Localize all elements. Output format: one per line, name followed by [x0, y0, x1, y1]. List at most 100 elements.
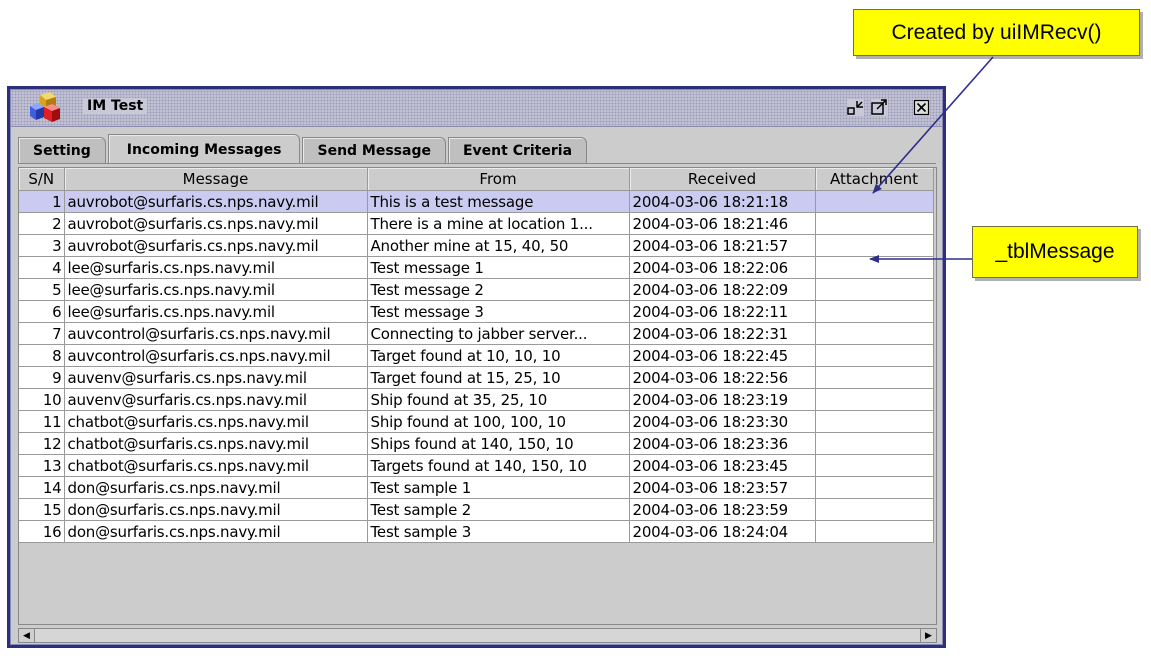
minimize-button[interactable] [847, 99, 864, 116]
cell-message[interactable]: don@surfaris.cs.nps.navy.mil [64, 498, 368, 521]
cell-message[interactable]: lee@surfaris.cs.nps.navy.mil [64, 278, 368, 301]
cell-message[interactable]: lee@surfaris.cs.nps.navy.mil [64, 300, 368, 323]
cell-from[interactable]: There is a mine at location 1... [367, 212, 630, 235]
table-row[interactable]: 8 auvcontrol@surfaris.cs.nps.navy.mil Targ… [19, 344, 934, 367]
message-table-scrollpane[interactable]: S/N Message From Received Attachment 1 au… [18, 167, 937, 625]
cell-received[interactable]: 2004-03-06 18:22:31 [629, 322, 816, 345]
table-row[interactable]: 11 chatbot@surfaris.cs.nps.navy.mil Ship f… [19, 410, 934, 433]
cell-received[interactable]: 2004-03-06 18:23:45 [629, 454, 816, 477]
table-row[interactable]: 12 chatbot@surfaris.cs.nps.navy.mil Ships … [19, 432, 934, 455]
cell-from[interactable]: Test message 1 [367, 256, 630, 279]
cell-from[interactable]: Ship found at 100, 100, 10 [367, 410, 630, 433]
cell-received[interactable]: 2004-03-06 18:22:45 [629, 344, 816, 367]
column-header-message[interactable]: Message [64, 168, 368, 191]
cell-from[interactable]: Test message 2 [367, 278, 630, 301]
cell-from[interactable]: Test sample 2 [367, 498, 630, 521]
cell-received[interactable]: 2004-03-06 18:23:59 [629, 498, 816, 521]
cell-sn[interactable]: 3 [19, 234, 65, 257]
cell-attachment[interactable] [815, 454, 934, 477]
cell-attachment[interactable] [815, 322, 934, 345]
cell-sn[interactable]: 5 [19, 278, 65, 301]
cell-sn[interactable]: 7 [19, 322, 65, 345]
tab-event-criteria[interactable]: Event Criteria [447, 137, 588, 163]
cell-sn[interactable]: 8 [19, 344, 65, 367]
cell-received[interactable]: 2004-03-06 18:22:06 [629, 256, 816, 279]
cell-attachment[interactable] [815, 344, 934, 367]
table-row[interactable]: 4 lee@surfaris.cs.nps.navy.mil Test messag… [19, 256, 934, 279]
tab-setting[interactable]: Setting [18, 137, 106, 163]
cell-attachment[interactable] [815, 190, 934, 213]
table-row[interactable]: 14 don@surfaris.cs.nps.navy.mil Test sampl… [19, 476, 934, 499]
cell-received[interactable]: 2004-03-06 18:21:46 [629, 212, 816, 235]
cell-message[interactable]: chatbot@surfaris.cs.nps.navy.mil [64, 454, 368, 477]
column-header-sn[interactable]: S/N [19, 168, 65, 191]
column-header-attachment[interactable]: Attachment [815, 168, 934, 191]
cell-sn[interactable]: 9 [19, 366, 65, 389]
cell-from[interactable]: Test sample 3 [367, 520, 630, 543]
cell-message[interactable]: lee@surfaris.cs.nps.navy.mil [64, 256, 368, 279]
scroll-right-button[interactable]: ▶ [920, 629, 936, 642]
cell-sn[interactable]: 10 [19, 388, 65, 411]
cell-message[interactable]: auvrobot@surfaris.cs.nps.navy.mil [64, 234, 368, 257]
cell-sn[interactable]: 14 [19, 476, 65, 499]
cell-message[interactable]: auvenv@surfaris.cs.nps.navy.mil [64, 388, 368, 411]
cell-received[interactable]: 2004-03-06 18:22:56 [629, 366, 816, 389]
cell-sn[interactable]: 12 [19, 432, 65, 455]
table-row[interactable]: 9 auvenv@surfaris.cs.nps.navy.mil Target f… [19, 366, 934, 389]
close-button[interactable] [913, 99, 930, 116]
horizontal-scrollbar[interactable]: ◀ ▶ [18, 628, 937, 643]
maximize-button[interactable] [871, 99, 888, 116]
table-row[interactable]: 6 lee@surfaris.cs.nps.navy.mil Test messag… [19, 300, 934, 323]
cell-message[interactable]: auvrobot@surfaris.cs.nps.navy.mil [64, 190, 368, 213]
cell-attachment[interactable] [815, 256, 934, 279]
cell-sn[interactable]: 6 [19, 300, 65, 323]
cell-message[interactable]: chatbot@surfaris.cs.nps.navy.mil [64, 410, 368, 433]
message-table[interactable]: S/N Message From Received Attachment 1 au… [19, 168, 934, 543]
column-header-received[interactable]: Received [629, 168, 816, 191]
cell-received[interactable]: 2004-03-06 18:23:57 [629, 476, 816, 499]
table-row[interactable]: 3 auvrobot@surfaris.cs.nps.navy.mil Anothe… [19, 234, 934, 257]
cell-attachment[interactable] [815, 366, 934, 389]
cell-attachment[interactable] [815, 212, 934, 235]
cell-sn[interactable]: 2 [19, 212, 65, 235]
cell-sn[interactable]: 4 [19, 256, 65, 279]
cell-from[interactable]: Targets found at 140, 150, 10 [367, 454, 630, 477]
cell-attachment[interactable] [815, 432, 934, 455]
cell-from[interactable]: Another mine at 15, 40, 50 [367, 234, 630, 257]
table-row[interactable]: 16 don@surfaris.cs.nps.navy.mil Test sampl… [19, 520, 934, 543]
table-row[interactable]: 15 don@surfaris.cs.nps.navy.mil Test sampl… [19, 498, 934, 521]
cell-from[interactable]: Target found at 10, 10, 10 [367, 344, 630, 367]
cell-message[interactable]: auvcontrol@surfaris.cs.nps.navy.mil [64, 322, 368, 345]
cell-received[interactable]: 2004-03-06 18:21:57 [629, 234, 816, 257]
cell-message[interactable]: auvcontrol@surfaris.cs.nps.navy.mil [64, 344, 368, 367]
table-row[interactable]: 10 auvenv@surfaris.cs.nps.navy.mil Ship fo… [19, 388, 934, 411]
table-row[interactable]: 2 auvrobot@surfaris.cs.nps.navy.mil There … [19, 212, 934, 235]
table-row[interactable]: 13 chatbot@surfaris.cs.nps.navy.mil Target… [19, 454, 934, 477]
cell-message[interactable]: don@surfaris.cs.nps.navy.mil [64, 476, 368, 499]
cell-attachment[interactable] [815, 388, 934, 411]
cell-received[interactable]: 2004-03-06 18:23:19 [629, 388, 816, 411]
cell-received[interactable]: 2004-03-06 18:23:30 [629, 410, 816, 433]
cell-sn[interactable]: 13 [19, 454, 65, 477]
cell-received[interactable]: 2004-03-06 18:21:18 [629, 190, 816, 213]
cell-sn[interactable]: 15 [19, 498, 65, 521]
cell-sn[interactable]: 11 [19, 410, 65, 433]
tab-send-message[interactable]: Send Message [302, 137, 446, 163]
cell-attachment[interactable] [815, 234, 934, 257]
cell-sn[interactable]: 16 [19, 520, 65, 543]
cell-attachment[interactable] [815, 498, 934, 521]
table-row[interactable]: 1 auvrobot@surfaris.cs.nps.navy.mil This i… [19, 190, 934, 213]
cell-received[interactable]: 2004-03-06 18:24:04 [629, 520, 816, 543]
cell-attachment[interactable] [815, 300, 934, 323]
title-bar[interactable]: IM Test [11, 90, 942, 127]
cell-sn[interactable]: 1 [19, 190, 65, 213]
cell-from[interactable]: Connecting to jabber server... [367, 322, 630, 345]
cell-message[interactable]: auvenv@surfaris.cs.nps.navy.mil [64, 366, 368, 389]
cell-attachment[interactable] [815, 278, 934, 301]
cell-from[interactable]: Test message 3 [367, 300, 630, 323]
scroll-left-button[interactable]: ◀ [19, 629, 35, 642]
cell-from[interactable]: This is a test message [367, 190, 630, 213]
column-header-from[interactable]: From [367, 168, 630, 191]
cell-from[interactable]: Ships found at 140, 150, 10 [367, 432, 630, 455]
cell-message[interactable]: auvrobot@surfaris.cs.nps.navy.mil [64, 212, 368, 235]
